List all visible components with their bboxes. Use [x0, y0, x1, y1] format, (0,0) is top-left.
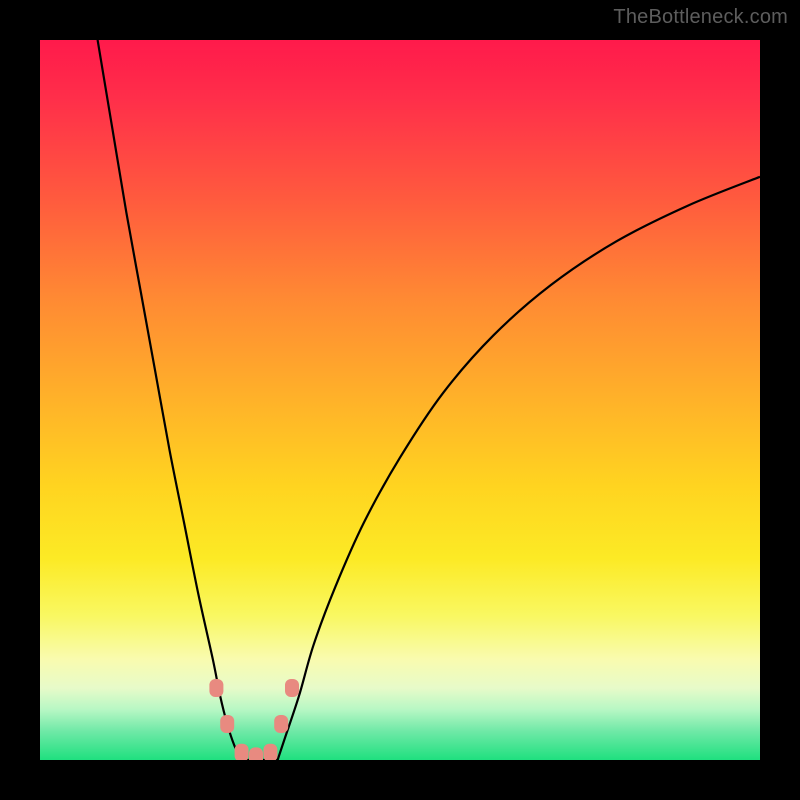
- chart-frame: TheBottleneck.com: [0, 0, 800, 800]
- bottleneck-curve: [98, 40, 760, 760]
- valley-marker: [274, 715, 288, 733]
- valley-marker: [263, 744, 277, 760]
- curve-layer: [40, 40, 760, 760]
- curve-left-branch: [98, 40, 242, 760]
- valley-marker: [235, 744, 249, 760]
- valley-marker: [249, 747, 263, 760]
- curve-right-branch: [278, 177, 760, 760]
- valley-markers: [209, 679, 299, 760]
- plot-area: [40, 40, 760, 760]
- valley-marker: [285, 679, 299, 697]
- watermark-text: TheBottleneck.com: [613, 6, 788, 29]
- valley-marker: [209, 679, 223, 697]
- valley-marker: [220, 715, 234, 733]
